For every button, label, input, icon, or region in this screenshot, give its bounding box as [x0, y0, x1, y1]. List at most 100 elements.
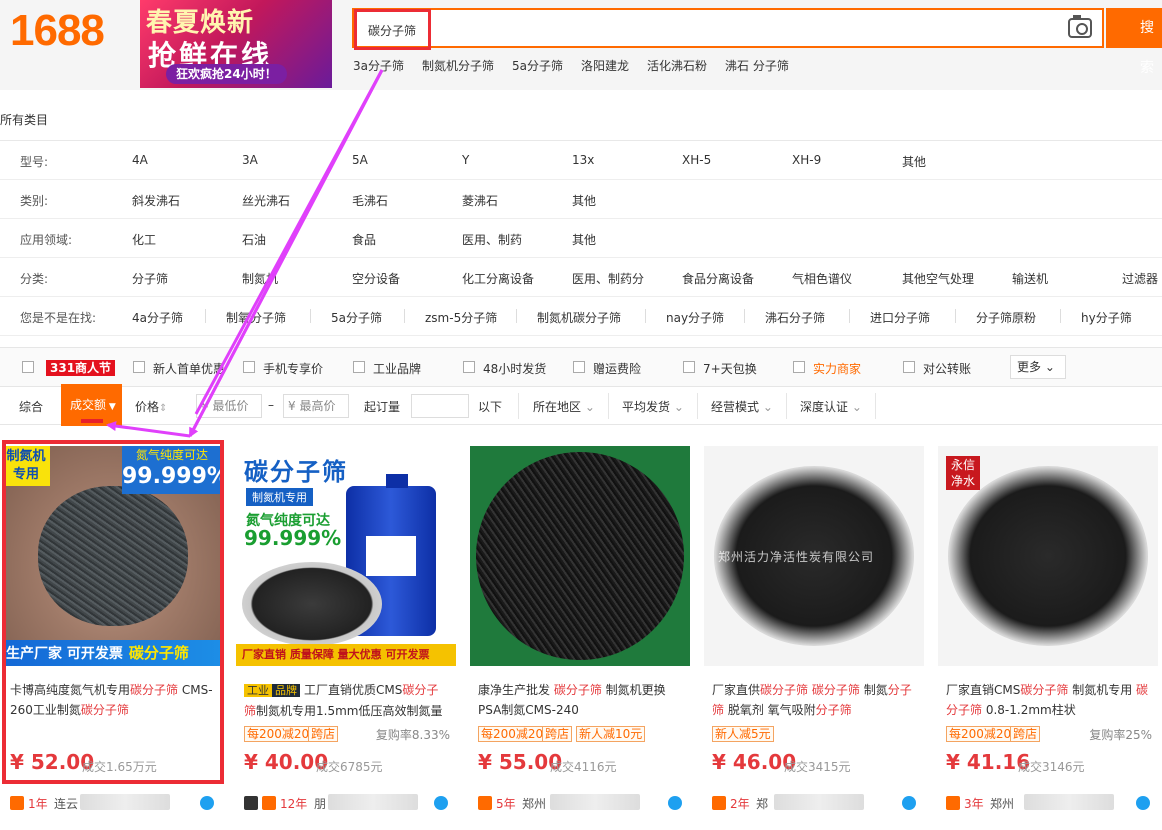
min-order-input[interactable]	[411, 394, 469, 418]
hot-word[interactable]: 沸石 分子筛	[725, 57, 789, 74]
filter-option[interactable]: XH-9	[792, 153, 821, 167]
sort-overall[interactable]: 综合	[19, 398, 43, 415]
chat-icon[interactable]	[434, 796, 448, 810]
sort-price[interactable]: 价格⇕	[135, 398, 167, 415]
filter-option[interactable]: 3A	[242, 153, 258, 167]
suggest-link[interactable]: 5a分子筛	[331, 309, 382, 326]
filter-option[interactable]: 菱沸石	[462, 192, 498, 209]
checkbox[interactable]	[22, 361, 34, 373]
service-option[interactable]: 新人首单优惠	[153, 360, 225, 377]
filter-option[interactable]: 医用、制药分	[572, 270, 644, 287]
shop-name[interactable]: 连云	[54, 795, 78, 812]
checkbox[interactable]	[903, 361, 915, 373]
shop-name[interactable]: 朋	[314, 795, 326, 812]
festival-badge[interactable]: 331商人节	[46, 360, 116, 376]
checkbox[interactable]	[243, 361, 255, 373]
filter-option[interactable]: 化工	[132, 231, 156, 248]
suggest-link[interactable]: 进口分子筛	[870, 309, 930, 326]
filter-option[interactable]: 制氮机	[242, 270, 278, 287]
suggest-link[interactable]: 沸石分子筛	[765, 309, 825, 326]
product-title[interactable]: 厂家直销CMS碳分子筛 制氮机专用 碳分子筛 0.8-1.2mm柱状	[946, 680, 1152, 720]
checkbox[interactable]	[353, 361, 365, 373]
checkbox[interactable]	[793, 361, 805, 373]
max-price-input[interactable]: ¥ 最高价	[283, 394, 349, 418]
service-option[interactable]: 7+天包换	[703, 360, 757, 377]
filter-option[interactable]: 医用、制药	[462, 231, 522, 248]
product-image[interactable]: 永信 净水	[938, 446, 1158, 666]
filter-option[interactable]: XH-5	[682, 153, 711, 167]
filter-option[interactable]: 其他	[572, 192, 596, 209]
filter-option[interactable]: 其他	[572, 231, 596, 248]
hot-word[interactable]: 活化沸石粉	[647, 57, 707, 74]
service-option[interactable]: 48小时发货	[483, 360, 546, 377]
filter-option[interactable]: 分子筛	[132, 270, 168, 287]
biz-mode-dropdown[interactable]: 经营模式 ⌄	[711, 398, 773, 415]
search-input[interactable]: 碳分子筛	[352, 8, 1104, 48]
service-option[interactable]: 手机专享价	[263, 360, 323, 377]
filter-option[interactable]: 过滤器	[1122, 270, 1158, 287]
filter-option[interactable]: 丝光沸石	[242, 192, 290, 209]
hot-word[interactable]: 制氮机分子筛	[422, 57, 494, 74]
hot-word[interactable]: 洛阳建龙	[581, 57, 629, 74]
filter-option[interactable]: 其他	[902, 153, 926, 170]
site-logo[interactable]: 1688	[10, 6, 105, 56]
shop-name[interactable]: 郑州	[990, 795, 1014, 812]
product-card[interactable]: 碳分子筛 制氮机专用 氮气纯度可达 99.999% 厂家直销 质量保障 量大优惠…	[236, 446, 456, 830]
hot-word[interactable]: 5a分子筛	[512, 57, 563, 74]
shop-name[interactable]: 郑	[756, 795, 768, 812]
chat-icon[interactable]	[1136, 796, 1150, 810]
suggest-link[interactable]: 制氧分子筛	[226, 309, 286, 326]
filter-option[interactable]: 13x	[572, 153, 594, 167]
product-title[interactable]: 工业 品牌 工厂直销优质CMS碳分子筛制氮机专用1.5mm低压高效制氮量	[244, 680, 450, 721]
filter-option[interactable]: 毛沸石	[352, 192, 388, 209]
suggest-link[interactable]: nay分子筛	[666, 309, 724, 326]
filter-option[interactable]: 5A	[352, 153, 368, 167]
more-dropdown[interactable]: 更多 ⌄	[1010, 355, 1066, 379]
service-option[interactable]: 实力商家	[813, 360, 861, 377]
suggest-link[interactable]: zsm-5分子筛	[425, 309, 497, 326]
product-title[interactable]: 厂家直供碳分子筛 碳分子筛 制氮分子筛 脱氧剂 氧气吸附分子筛	[712, 680, 918, 720]
promo-banner[interactable]: 春夏焕新 抢鲜在线 狂欢疯抢24小时！	[140, 0, 332, 88]
checkbox[interactable]	[133, 361, 145, 373]
suggest-link[interactable]: 制氮机碳分子筛	[537, 309, 621, 326]
service-option[interactable]: 工业品牌	[373, 360, 421, 377]
product-card[interactable]: 康净生产批发 碳分子筛 制氮机更换PSA制氮CMS-240 每200减20 跨店…	[470, 446, 690, 830]
filter-option[interactable]: Y	[462, 153, 469, 167]
breadcrumb[interactable]: 所有类目	[0, 111, 48, 128]
sort-sales-active[interactable]: 成交额 ▼	[61, 384, 122, 426]
filter-option[interactable]: 4A	[132, 153, 148, 167]
suggest-link[interactable]: hy分子筛	[1081, 309, 1132, 326]
region-dropdown[interactable]: 所在地区 ⌄	[533, 398, 595, 415]
filter-option[interactable]: 气相色谱仪	[792, 270, 852, 287]
chat-icon[interactable]	[668, 796, 682, 810]
filter-option[interactable]: 食品	[352, 231, 376, 248]
suggest-link[interactable]: 4a分子筛	[132, 309, 183, 326]
product-card[interactable]: 郑州活力净活性炭有限公司 厂家直供碳分子筛 碳分子筛 制氮分子筛 脱氧剂 氧气吸…	[704, 446, 924, 830]
search-button[interactable]: 搜索	[1106, 8, 1162, 76]
checkbox[interactable]	[463, 361, 475, 373]
product-title[interactable]: 康净生产批发 碳分子筛 制氮机更换PSA制氮CMS-240	[478, 680, 684, 720]
camera-icon[interactable]	[1068, 15, 1092, 38]
service-option[interactable]: 对公转账	[923, 360, 971, 377]
chat-icon[interactable]	[902, 796, 916, 810]
product-image[interactable]	[470, 446, 690, 666]
chat-icon[interactable]	[200, 796, 214, 810]
filter-option[interactable]: 石油	[242, 231, 266, 248]
filter-option[interactable]: 其他空气处理	[902, 270, 974, 287]
filter-option[interactable]: 输送机	[1012, 270, 1048, 287]
product-image[interactable]: 郑州活力净活性炭有限公司	[704, 446, 924, 666]
filter-option[interactable]: 斜发沸石	[132, 192, 180, 209]
product-card[interactable]: 永信 净水 厂家直销CMS碳分子筛 制氮机专用 碳分子筛 0.8-1.2mm柱状…	[938, 446, 1158, 830]
avg-ship-dropdown[interactable]: 平均发货 ⌄	[622, 398, 684, 415]
suggest-link[interactable]: 分子筛原粉	[976, 309, 1036, 326]
filter-option[interactable]: 空分设备	[352, 270, 400, 287]
product-image[interactable]: 碳分子筛 制氮机专用 氮气纯度可达 99.999% 厂家直销 质量保障 量大优惠…	[236, 446, 456, 666]
min-price-input[interactable]: ¥ 最低价	[196, 394, 262, 418]
shop-name[interactable]: 郑州	[522, 795, 546, 812]
checkbox[interactable]	[683, 361, 695, 373]
checkbox[interactable]	[573, 361, 585, 373]
filter-option[interactable]: 食品分离设备	[682, 270, 754, 287]
service-option[interactable]: 赠运费险	[593, 360, 641, 377]
hot-word[interactable]: 3a分子筛	[353, 57, 404, 74]
filter-option[interactable]: 化工分离设备	[462, 270, 534, 287]
